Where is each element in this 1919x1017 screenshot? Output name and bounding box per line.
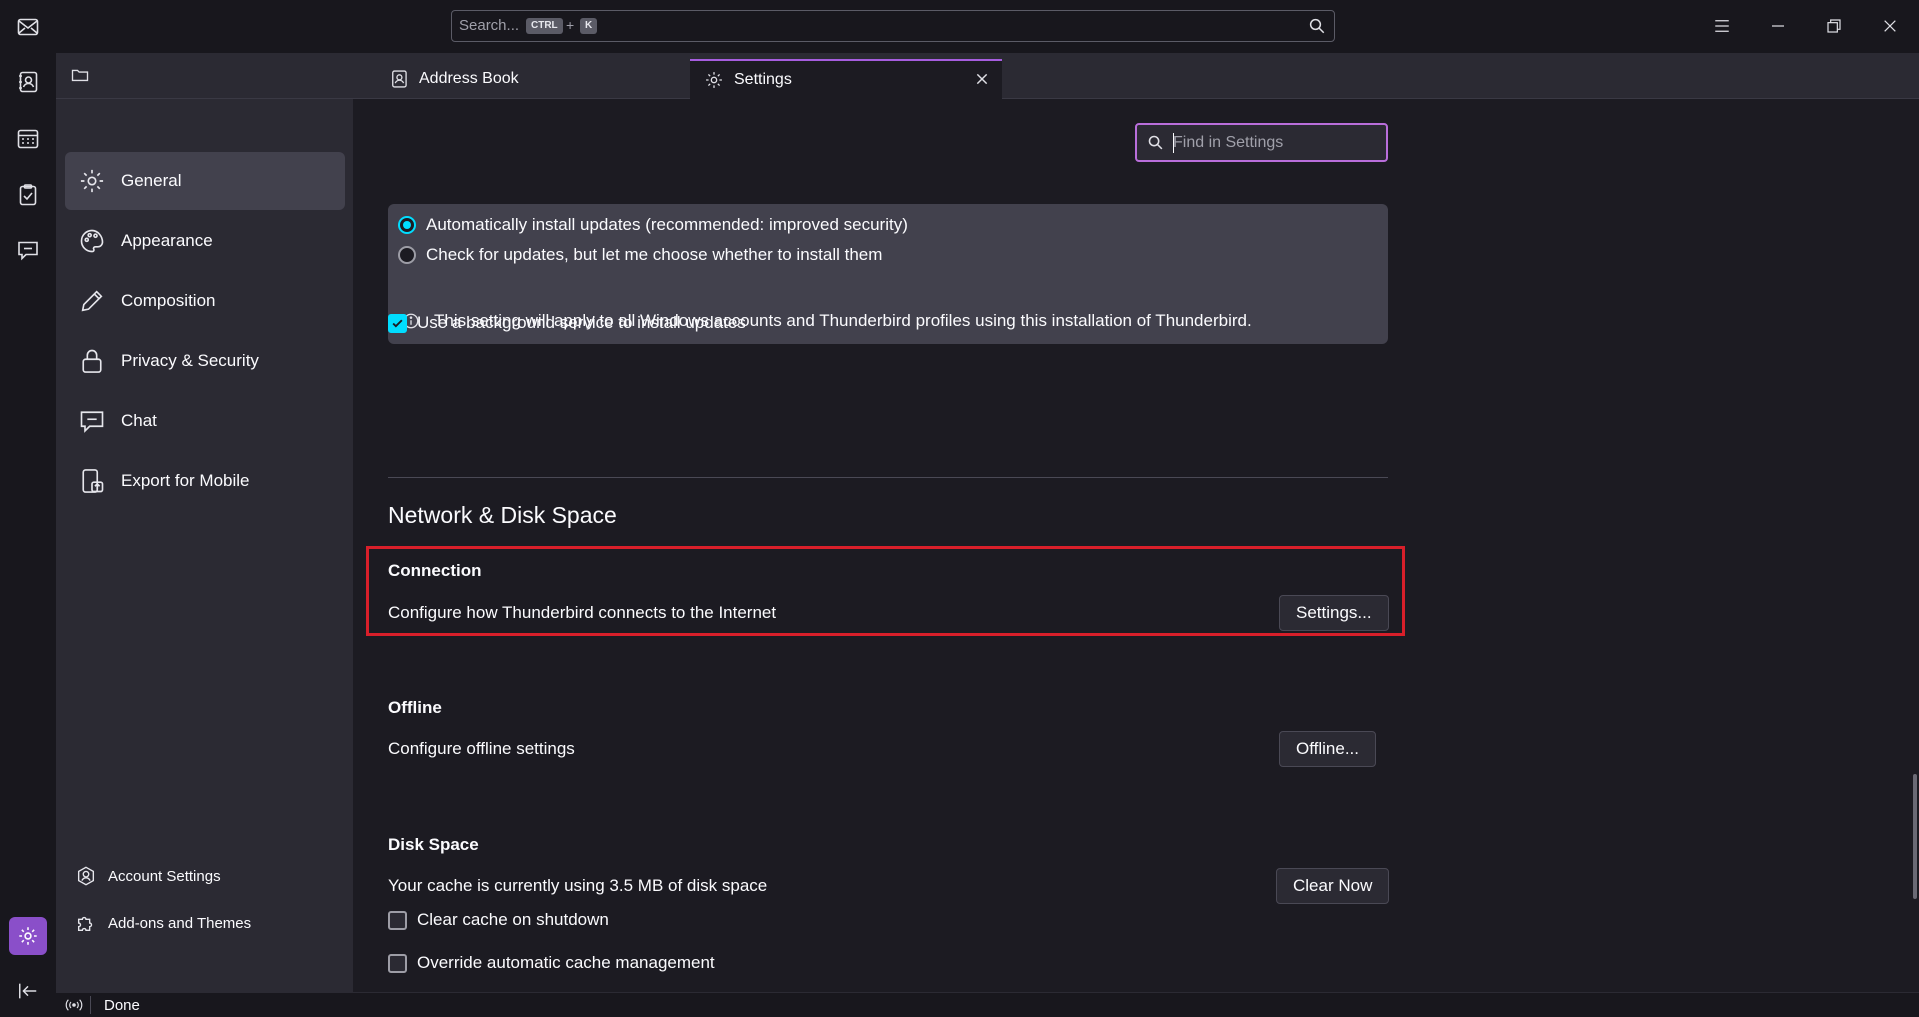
sidebar-item-label: General — [121, 171, 182, 190]
sidebar-item-privacy-security[interactable]: Privacy & Security — [65, 332, 345, 390]
sidebar-item-export-for-mobile[interactable]: Export for Mobile — [65, 452, 345, 510]
palette-icon — [77, 226, 107, 256]
sidebar-item-composition[interactable]: Composition — [65, 272, 345, 330]
radio-label: Check for updates, but let me choose whe… — [426, 245, 883, 264]
app-menu-icon[interactable] — [1704, 8, 1740, 44]
override-cache-option[interactable]: Override automatic cache management — [388, 950, 715, 976]
find-in-settings-box[interactable] — [1135, 123, 1388, 162]
gear-icon — [77, 166, 107, 196]
tab-label: Address Book — [419, 70, 519, 87]
account-settings-link[interactable]: Account Settings — [74, 861, 221, 891]
lock-icon — [77, 346, 107, 376]
radio-check-only[interactable] — [398, 246, 416, 264]
close-window-icon[interactable] — [1872, 8, 1908, 44]
shortcut-plus: + — [566, 17, 575, 33]
tab-address-book[interactable]: Address Book — [375, 59, 741, 99]
online-status-icon[interactable] — [64, 996, 84, 1014]
sidebar-item-label: Composition — [121, 291, 216, 310]
tab-settings[interactable]: Settings — [690, 59, 1002, 99]
shortcut-key-k: K — [580, 18, 598, 34]
radio-label: Automatically install updates (recommend… — [426, 215, 908, 234]
radio-auto-install[interactable] — [398, 216, 416, 234]
search-icon — [1147, 134, 1164, 151]
checkbox-label: Override automatic cache management — [417, 953, 715, 972]
status-text: Done — [104, 997, 140, 1014]
clear-now-button[interactable]: Clear Now — [1276, 868, 1390, 904]
offline-desc: Configure offline settings — [388, 739, 575, 758]
highlight-box — [366, 546, 1405, 636]
checkbox-label: Use a background service to install upda… — [417, 313, 746, 332]
spaces-toolbar — [0, 0, 57, 1017]
tasks-icon[interactable] — [9, 176, 47, 214]
tab-label: Settings — [734, 71, 792, 88]
sidebar-item-appearance[interactable]: Appearance — [65, 212, 345, 270]
global-search-box[interactable]: Search... CTRL + K — [451, 10, 1335, 42]
checkbox-override-cache[interactable] — [388, 953, 407, 973]
sidebar-item-chat[interactable]: Chat — [65, 392, 345, 450]
sidebar-item-label: Privacy & Security — [121, 351, 259, 370]
settings-space-icon[interactable] — [9, 917, 47, 955]
status-bar: Done — [56, 992, 1919, 1017]
sidebar-item-label: Export for Mobile — [121, 471, 250, 490]
addons-themes-link[interactable]: Add-ons and Themes — [74, 908, 251, 938]
search-icon[interactable] — [1308, 17, 1326, 35]
mail-icon[interactable] — [9, 8, 47, 46]
restore-icon[interactable] — [1816, 8, 1852, 44]
folder-icon[interactable] — [70, 65, 90, 85]
text-caret — [1173, 133, 1174, 153]
settings-content: Automatically install updates (recommend… — [353, 99, 1919, 992]
puzzle-icon — [74, 911, 98, 935]
sidebar-item-label: Appearance — [121, 231, 213, 250]
scrollbar-thumb[interactable] — [1913, 774, 1917, 899]
mobile-export-icon — [77, 466, 107, 496]
checkbox-clear-on-shutdown[interactable] — [388, 910, 407, 930]
tab-bar: Address Book Settings — [56, 53, 1919, 99]
clear-on-shutdown-option[interactable]: Clear cache on shutdown — [388, 907, 609, 933]
section-divider — [388, 477, 1388, 478]
offline-title: Offline — [388, 698, 442, 717]
address-book-icon — [389, 69, 409, 89]
chat-icon — [77, 406, 107, 436]
background-service-option[interactable]: Use a background service to install upda… — [388, 310, 746, 336]
check-only-option[interactable]: Check for updates, but let me choose whe… — [398, 242, 882, 268]
settings-sidebar: General Appearance Composition Privacy &… — [56, 99, 353, 992]
gear-icon — [704, 70, 724, 90]
status-separator — [90, 996, 91, 1014]
collapse-toolbar-icon[interactable] — [9, 972, 47, 1010]
close-icon[interactable] — [974, 71, 990, 87]
footer-link-label: Add-ons and Themes — [108, 914, 252, 932]
sidebar-item-general[interactable]: General — [65, 152, 345, 210]
title-bar: Search... CTRL + K — [56, 0, 1919, 53]
find-in-settings-input[interactable] — [1173, 131, 1373, 155]
shortcut-key-ctrl: CTRL — [526, 18, 563, 34]
checkbox-label: Clear cache on shutdown — [417, 910, 609, 929]
address-book-icon[interactable] — [9, 63, 47, 101]
checkbox-background-service[interactable] — [388, 313, 407, 333]
calendar-icon[interactable] — [9, 120, 47, 158]
offline-button[interactable]: Offline... — [1279, 731, 1376, 767]
search-placeholder: Search... — [459, 17, 520, 34]
pencil-icon — [77, 286, 107, 316]
footer-link-label: Account Settings — [108, 867, 221, 885]
auto-install-option[interactable]: Automatically install updates (recommend… — [398, 212, 908, 238]
section-title: Network & Disk Space — [388, 502, 617, 528]
disk-space-desc: Your cache is currently using 3.5 MB of … — [388, 876, 768, 895]
account-icon — [74, 864, 98, 888]
minimize-icon[interactable] — [1760, 8, 1796, 44]
disk-space-title: Disk Space — [388, 835, 479, 854]
sidebar-item-label: Chat — [121, 411, 157, 430]
chat-icon[interactable] — [9, 231, 47, 269]
